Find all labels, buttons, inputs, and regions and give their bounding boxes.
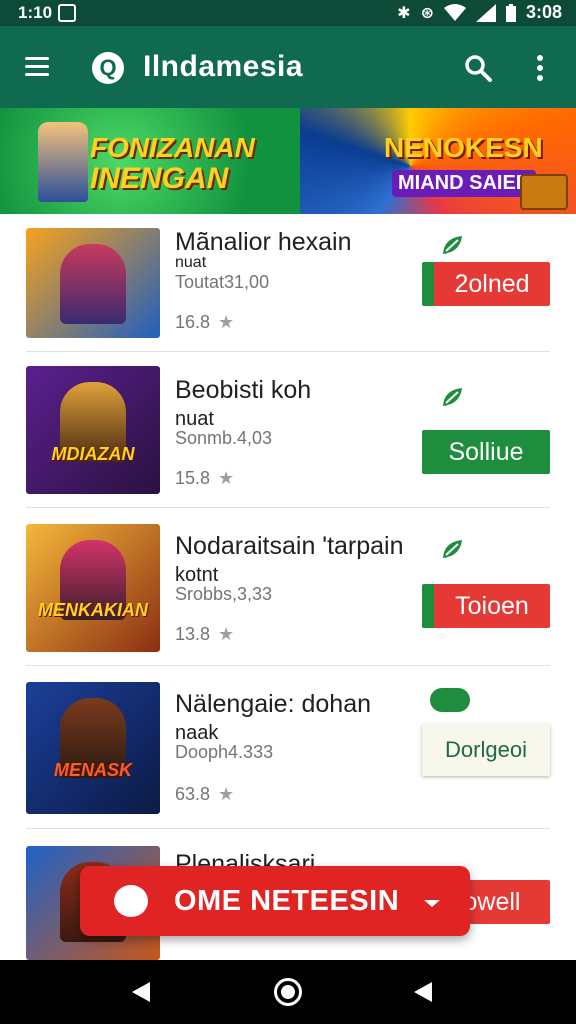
banner-right-line1: NENOKESN	[384, 132, 543, 163]
app-thumbnail: MENASK	[26, 682, 160, 814]
app-name: Mãnalior hexain	[175, 228, 352, 256]
app-name: Beobisti koh	[175, 376, 312, 404]
banner-left-line2: INENGAN	[90, 162, 229, 195]
list-item[interactable]: MENASK Nälengaie: dohan naak Dooph4.333 …	[0, 666, 576, 829]
status-icons: ✱ ⊛ 3:08	[397, 2, 562, 23]
menu-icon[interactable]	[25, 57, 49, 77]
thumbnail-caption: MDIAZAN	[51, 444, 135, 464]
app-rating: 63.8 ★	[175, 784, 235, 804]
recents-icon[interactable]	[414, 982, 432, 1002]
app-rating: 15.8 ★	[175, 468, 235, 488]
app-logo-icon	[114, 885, 148, 917]
star-icon: ★	[218, 624, 235, 644]
wifi-icon	[443, 3, 466, 21]
star-icon: ★	[218, 312, 235, 332]
status-time: 1:10	[18, 3, 53, 22]
leaf-badge-icon	[443, 388, 462, 406]
treasure-chest-image	[520, 174, 568, 210]
leaf-badge-icon	[443, 236, 462, 254]
banner-hero-image	[38, 122, 88, 202]
banner-right-line2: MIAND SAIED	[392, 170, 537, 197]
app-meta: Sonmb.4,03	[175, 428, 273, 448]
signal-icon	[475, 3, 496, 22]
app-bar: Q Ilndamesia	[0, 26, 576, 108]
app-name: Nälengaie: dohan	[175, 690, 371, 718]
app-thumbnail	[26, 228, 160, 338]
data-saver-icon: ⊛	[420, 4, 434, 22]
notification-icon	[58, 4, 76, 22]
app-thumbnail: MDIAZAN	[26, 366, 160, 494]
app-meta: Toutat31,00	[175, 272, 270, 292]
system-nav-bar	[0, 960, 576, 1024]
chat-bubble-icon	[430, 688, 470, 712]
star-icon: ★	[218, 784, 235, 804]
install-button[interactable]: 2olned	[422, 262, 550, 306]
list-item[interactable]: Mãnalior hexain nuat Toutat31,00 16.8 ★ 2…	[0, 214, 576, 352]
install-button[interactable]: Toioen	[422, 584, 550, 628]
more-options-icon[interactable]	[537, 55, 545, 83]
install-button[interactable]: Solliue	[422, 430, 550, 474]
leaf-badge-icon	[443, 540, 462, 558]
promo-banner[interactable]: FONIZANAN INENGAN NENOKESN MIAND SAIED	[0, 108, 576, 214]
list-item[interactable]: MDIAZAN Beobisti koh nuat Sonmb.4,03 15.…	[0, 352, 576, 508]
thumbnail-caption: MENASK	[53, 760, 132, 780]
search-icon[interactable]	[464, 54, 492, 82]
app-meta: Srobbs,3,33	[175, 584, 273, 604]
app-subtitle: nuat	[175, 254, 207, 271]
thumbnail-caption: MENKAKIAN	[38, 600, 148, 620]
chevron-down-icon	[424, 900, 440, 907]
primary-action-button[interactable]: OME NETEESIN	[80, 866, 470, 936]
home-icon[interactable]	[274, 978, 302, 1006]
app-rating: 16.8 ★	[175, 312, 235, 332]
battery-icon	[505, 3, 516, 22]
status-bar: 1:10 ✱ ⊛ 3:08	[0, 0, 576, 26]
app-name: Nodaraitsain 'tarpain	[175, 532, 404, 560]
app-thumbnail: MENKAKIAN	[26, 524, 160, 652]
install-button[interactable]: Dorlgeoi	[422, 724, 550, 776]
star-icon: ★	[218, 468, 235, 488]
app-rating: 13.8 ★	[175, 624, 235, 644]
status-clock: 3:08	[525, 2, 562, 22]
banner-left-line1: FONIZANAN	[90, 132, 255, 163]
back-icon[interactable]	[132, 982, 150, 1002]
bluetooth-icon: ✱	[397, 4, 411, 22]
list-item[interactable]: MENKAKIAN Nodaraitsain 'tarpain kotnt Sr…	[0, 508, 576, 666]
primary-action-label: OME NETEESIN	[174, 885, 400, 917]
app-meta: Dooph4.333	[175, 742, 274, 762]
app-title: Ilndamesia	[143, 50, 304, 83]
app-logo: Q	[92, 52, 124, 84]
